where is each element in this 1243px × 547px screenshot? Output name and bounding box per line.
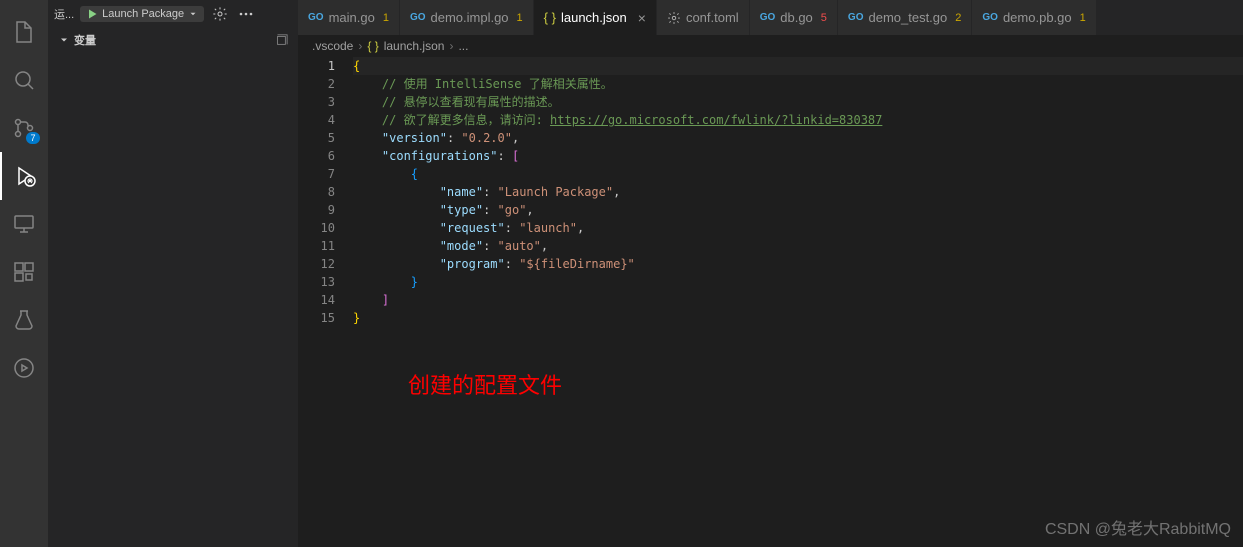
json-icon: { } bbox=[367, 39, 378, 53]
extra-icon[interactable] bbox=[0, 344, 48, 392]
collapse-all-icon[interactable] bbox=[274, 33, 288, 47]
source-control-icon[interactable]: 7 bbox=[0, 104, 48, 152]
problems-badge: 1 bbox=[517, 12, 523, 24]
line-numbers: 123456789101112131415 bbox=[298, 57, 353, 547]
search-icon[interactable] bbox=[0, 56, 48, 104]
line-number: 4 bbox=[298, 111, 335, 129]
editor-area: GO main.go 1 GO demo.impl.go 1 { } launch.json ×… bbox=[298, 0, 1243, 547]
line-number: 8 bbox=[298, 183, 335, 201]
line-number: 12 bbox=[298, 255, 335, 273]
line-number: 6 bbox=[298, 147, 335, 165]
extensions-icon[interactable] bbox=[0, 248, 48, 296]
run-debug-icon[interactable] bbox=[0, 152, 48, 200]
config-name-label: Launch Package bbox=[102, 8, 184, 20]
tab-label: demo_test.go bbox=[868, 10, 947, 25]
tab-bar: GO main.go 1 GO demo.impl.go 1 { } launch.json ×… bbox=[298, 0, 1243, 35]
line-number: 3 bbox=[298, 93, 335, 111]
go-icon: GO bbox=[308, 12, 324, 23]
breadcrumb-folder: .vscode bbox=[312, 39, 353, 53]
launch-config-selector[interactable]: Launch Package bbox=[80, 6, 204, 22]
variables-label: 变量 bbox=[74, 32, 96, 48]
activity-bar: 7 bbox=[0, 0, 48, 547]
breadcrumb[interactable]: .vscode › { } launch.json › ... bbox=[298, 35, 1243, 57]
chevron-down-icon bbox=[188, 9, 198, 19]
testing-icon[interactable] bbox=[0, 296, 48, 344]
line-number: 2 bbox=[298, 75, 335, 93]
go-icon: GO bbox=[760, 12, 776, 23]
tab-demo_test-go[interactable]: GO demo_test.go 2 bbox=[838, 0, 972, 35]
tab-label: main.go bbox=[329, 10, 375, 25]
chevron-down-icon bbox=[58, 34, 70, 46]
line-number: 5 bbox=[298, 129, 335, 147]
line-number: 13 bbox=[298, 273, 335, 291]
tab-demo-impl-go[interactable]: GO demo.impl.go 1 bbox=[400, 0, 534, 35]
explorer-icon[interactable] bbox=[0, 8, 48, 56]
tab-label: launch.json bbox=[561, 10, 627, 25]
tab-label: db.go bbox=[780, 10, 813, 25]
scm-badge: 7 bbox=[26, 132, 40, 144]
close-icon[interactable]: × bbox=[638, 10, 646, 26]
watermark-text: CSDN @兔老大RabbitMQ bbox=[1045, 515, 1231, 539]
problems-badge: 2 bbox=[955, 12, 961, 24]
gear-icon bbox=[667, 11, 681, 25]
line-number: 15 bbox=[298, 309, 335, 327]
line-number: 9 bbox=[298, 201, 335, 219]
breadcrumb-file: launch.json bbox=[384, 39, 445, 53]
go-icon: GO bbox=[848, 12, 864, 23]
tab-label: demo.impl.go bbox=[431, 10, 509, 25]
go-icon: GO bbox=[410, 12, 426, 23]
problems-badge: 5 bbox=[821, 12, 827, 24]
remote-explorer-icon[interactable] bbox=[0, 200, 48, 248]
tab-conf-toml[interactable]: conf.toml bbox=[657, 0, 750, 35]
go-icon: GO bbox=[982, 12, 998, 23]
problems-badge: 1 bbox=[1080, 12, 1086, 24]
gear-icon[interactable] bbox=[210, 4, 230, 24]
tab-db-go[interactable]: GO db.go 5 bbox=[750, 0, 838, 35]
tab-main-go[interactable]: GO main.go 1 bbox=[298, 0, 400, 35]
line-number: 7 bbox=[298, 165, 335, 183]
more-icon[interactable] bbox=[236, 4, 256, 24]
json-icon: { } bbox=[544, 10, 556, 25]
code-content[interactable]: { // 使用 IntelliSense 了解相关属性。 // 悬停以查看现有属… bbox=[353, 57, 1243, 547]
play-icon bbox=[86, 8, 98, 20]
chevron-right-icon: › bbox=[358, 39, 362, 53]
run-debug-title: 运... bbox=[54, 6, 74, 22]
line-number: 14 bbox=[298, 291, 335, 309]
line-number: 10 bbox=[298, 219, 335, 237]
annotation-text: 创建的配置文件 bbox=[408, 377, 562, 395]
tab-launch-json[interactable]: { } launch.json × bbox=[534, 0, 657, 35]
tab-label: demo.pb.go bbox=[1003, 10, 1072, 25]
problems-badge: 1 bbox=[383, 12, 389, 24]
breadcrumb-trail: ... bbox=[458, 39, 468, 53]
code-editor[interactable]: 123456789101112131415 { // 使用 IntelliSen… bbox=[298, 57, 1243, 547]
variables-section-header[interactable]: 变量 bbox=[48, 28, 298, 52]
line-number: 11 bbox=[298, 237, 335, 255]
tab-demo-pb-go[interactable]: GO demo.pb.go 1 bbox=[972, 0, 1096, 35]
chevron-right-icon: › bbox=[449, 39, 453, 53]
debug-toolbar: 运... Launch Package bbox=[48, 0, 298, 28]
tab-label: conf.toml bbox=[686, 10, 739, 25]
debug-sidebar: 运... Launch Package 变量 bbox=[48, 0, 298, 547]
line-number: 1 bbox=[298, 57, 335, 75]
